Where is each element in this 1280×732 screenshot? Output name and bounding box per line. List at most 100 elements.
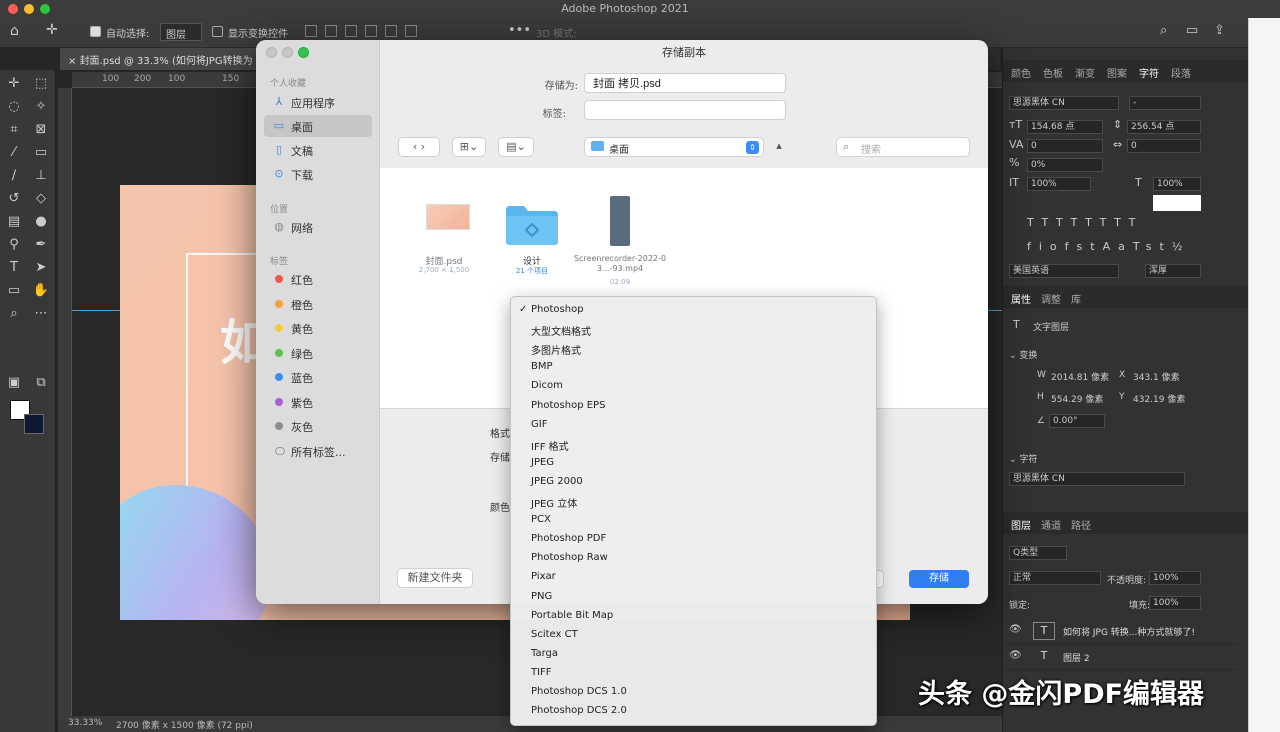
format-menu-item[interactable]: Dicom: [511, 377, 876, 396]
format-menu-item[interactable]: JPEG: [511, 454, 876, 473]
close-tab-icon[interactable]: ×: [68, 56, 80, 67]
panel-tab[interactable]: 字符: [1139, 65, 1159, 80]
tags-input[interactable]: [584, 100, 786, 120]
kerning-va-field[interactable]: 0: [1027, 139, 1103, 153]
panel-tab[interactable]: 色板: [1043, 65, 1063, 80]
share-icon[interactable]: ⇪: [1214, 23, 1225, 38]
sidebar-tag-item[interactable]: 红色: [264, 268, 372, 290]
sidebar-all-tags[interactable]: 所有标签...: [264, 440, 372, 462]
align-middle-icon[interactable]: [385, 25, 397, 37]
status-zoom[interactable]: 33.33%: [68, 718, 102, 728]
format-menu-item[interactable]: JPEG 立体: [511, 492, 876, 511]
format-menu-item[interactable]: BMP: [511, 358, 876, 377]
magic-wand-icon[interactable]: ✧: [30, 97, 52, 117]
auto-select-dropdown[interactable]: 图层: [160, 23, 202, 41]
sidebar-item[interactable]: ⊙ 下载: [264, 163, 372, 185]
format-menu-item[interactable]: PCX: [511, 511, 876, 530]
layer-row[interactable]: 👁 T 如何将 JPG 转换...种方式就够了!: [1003, 618, 1239, 644]
align-center-icon[interactable]: [325, 25, 337, 37]
format-menu-item[interactable]: 多图片格式: [511, 339, 876, 358]
format-menu-item[interactable]: Photoshop PDF: [511, 530, 876, 549]
height-value[interactable]: 554.29 像素: [1051, 392, 1103, 405]
marquee-tool-icon[interactable]: ⬚: [30, 74, 52, 94]
pen-tool-icon[interactable]: ✒: [30, 235, 52, 255]
search-input[interactable]: ⌕ 搜索: [836, 137, 970, 157]
format-menu-item[interactable]: Photoshop Raw: [511, 549, 876, 568]
move-tool-icon[interactable]: ✛: [46, 22, 58, 38]
format-menu-item[interactable]: Photoshop DCS 1.0: [511, 683, 876, 702]
align-right-icon[interactable]: [345, 25, 357, 37]
sidebar-tag-item[interactable]: 紫色: [264, 391, 372, 413]
dodge-tool-icon[interactable]: ⚲: [3, 235, 25, 255]
fill-field[interactable]: 100%: [1149, 596, 1201, 610]
panel-tab[interactable]: 属性: [1011, 291, 1031, 306]
sidebar-item[interactable]: ⅄ 应用程序: [264, 91, 372, 113]
dialog-minimize-button[interactable]: [282, 47, 293, 58]
align-bottom-icon[interactable]: [405, 25, 417, 37]
stamp-tool-icon[interactable]: ⊥: [30, 166, 52, 186]
home-icon[interactable]: ⌂: [10, 23, 19, 39]
panel-tab[interactable]: 图层: [1011, 517, 1031, 532]
panel-tab[interactable]: 颜色: [1011, 65, 1031, 80]
leading-field[interactable]: 256.54 点: [1127, 120, 1201, 134]
sidebar-tag-item[interactable]: 黄色: [264, 317, 372, 339]
document-tab[interactable]: × 封面.psd @ 33.3% (如何将JPG转换为: [60, 48, 260, 70]
language-select[interactable]: 美国英语: [1009, 264, 1119, 278]
char-section-header[interactable]: ⌄ 字符: [1009, 452, 1037, 465]
zoom-tool-icon[interactable]: ⌕: [3, 304, 25, 324]
x-value[interactable]: 343.1 像素: [1133, 370, 1180, 383]
panel-tab[interactable]: 调整: [1041, 291, 1061, 306]
format-menu-item[interactable]: JPEG 2000: [511, 473, 876, 492]
dialog-close-button[interactable]: [266, 47, 277, 58]
more-options-icon[interactable]: •••: [508, 23, 531, 38]
frame-tool-icon[interactable]: ⊠: [30, 120, 52, 140]
new-folder-button[interactable]: 新建文件夹: [397, 568, 473, 588]
sidebar-item[interactable]: ▭ 桌面: [264, 115, 372, 137]
brush-tool-icon[interactable]: ∕: [3, 166, 25, 186]
back-forward-buttons[interactable]: ‹ ›: [398, 137, 440, 157]
layer-filter-select[interactable]: Q类型: [1009, 546, 1067, 560]
text-color-swatch[interactable]: [1153, 195, 1201, 211]
props-font-select[interactable]: 思源黑体 CN: [1009, 472, 1185, 486]
align-left-icon[interactable]: [305, 25, 317, 37]
horizontal-scale-field[interactable]: 100%: [1153, 177, 1201, 191]
sidebar-tag-item[interactable]: 橙色: [264, 293, 372, 315]
format-menu-item[interactable]: Targa: [511, 645, 876, 664]
eye-icon[interactable]: 👁: [1009, 624, 1022, 635]
panel-tab[interactable]: 通道: [1041, 517, 1061, 532]
format-menu-item[interactable]: Pixar: [511, 568, 876, 587]
auto-select-checkbox[interactable]: [90, 26, 101, 37]
panel-tab[interactable]: 图案: [1107, 65, 1127, 80]
gradient-tool-icon[interactable]: ▤: [3, 212, 25, 232]
type-tool-icon[interactable]: T: [3, 258, 25, 278]
sidebar-tag-item[interactable]: 灰色: [264, 415, 372, 437]
eyedropper-icon[interactable]: ⁄: [3, 143, 25, 163]
quick-mask-icon[interactable]: ▣: [3, 373, 25, 393]
format-menu-item[interactable]: TIFF: [511, 664, 876, 683]
sidebar-tag-item[interactable]: 蓝色: [264, 366, 372, 388]
font-style-select[interactable]: -: [1129, 96, 1201, 110]
angle-field[interactable]: 0.00°: [1049, 414, 1105, 428]
sidebar-item[interactable]: ▯ 文稿: [264, 139, 372, 161]
show-transform-checkbox[interactable]: [212, 26, 223, 37]
location-select[interactable]: 桌面 ⇕: [584, 137, 764, 157]
transform-header[interactable]: ⌄ 变换: [1009, 348, 1037, 361]
background-color-swatch[interactable]: [24, 414, 44, 434]
screen-mode-icon[interactable]: ⧉: [30, 373, 52, 393]
align-top-icon[interactable]: [365, 25, 377, 37]
collapse-button[interactable]: ▴: [770, 137, 788, 157]
panel-tab[interactable]: 库: [1071, 291, 1081, 306]
vertical-scale-field[interactable]: 100%: [1027, 177, 1091, 191]
history-brush-icon[interactable]: ↺: [3, 189, 25, 209]
crop-tool-icon[interactable]: ⌗: [3, 120, 25, 140]
format-menu-item[interactable]: 大型文档格式: [511, 320, 876, 339]
hand-tool-icon[interactable]: ✋: [30, 281, 52, 301]
panel-tab[interactable]: 路径: [1071, 517, 1091, 532]
patch-tool-icon[interactable]: ▭: [30, 143, 52, 163]
format-menu-item[interactable]: Photoshop DCS 2.0: [511, 702, 876, 721]
width-value[interactable]: 2014.81 像素: [1051, 370, 1109, 383]
save-button[interactable]: 存储: [909, 570, 969, 588]
workspace-icon[interactable]: ▭: [1186, 23, 1198, 38]
lasso-tool-icon[interactable]: ◌: [3, 97, 25, 117]
format-menu-item[interactable]: PNG: [511, 588, 876, 607]
